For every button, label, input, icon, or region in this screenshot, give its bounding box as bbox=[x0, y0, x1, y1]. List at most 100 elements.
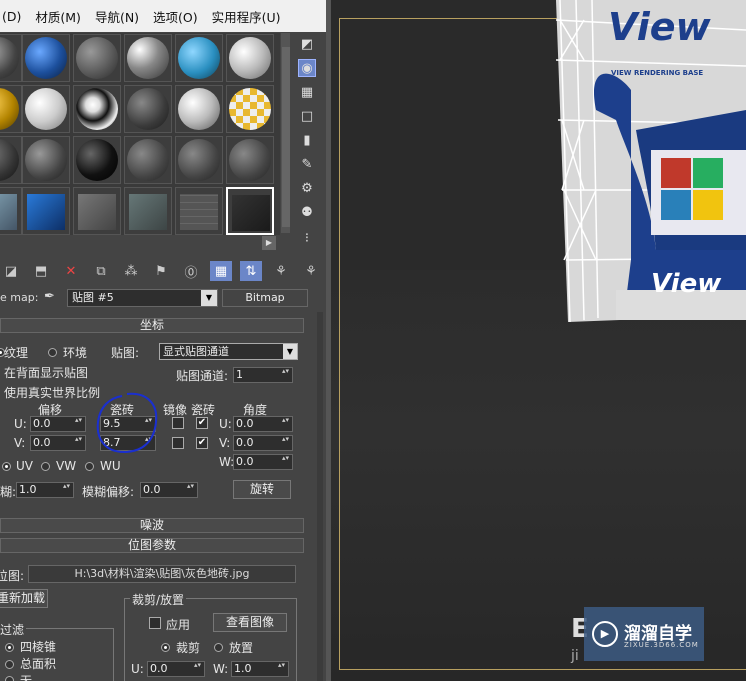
material-slot[interactable] bbox=[22, 187, 70, 235]
coordinates-rollout-header[interactable]: 坐标 bbox=[0, 318, 304, 333]
material-slot[interactable] bbox=[73, 85, 121, 133]
material-slot[interactable] bbox=[0, 85, 22, 133]
material-slot[interactable] bbox=[22, 85, 70, 133]
u-angle-spinner[interactable]: 0.0 bbox=[233, 416, 293, 432]
u-mirror-checkbox[interactable] bbox=[172, 417, 184, 429]
apply-checkbox[interactable] bbox=[149, 617, 161, 629]
rotate-button[interactable]: 旋转 bbox=[233, 480, 291, 499]
menu-bar: (D) 材质(M) 导航(N) 选项(O) 实用程序(U) bbox=[0, 0, 326, 32]
go-forward-sibling-icon[interactable]: ⚘ bbox=[300, 261, 322, 281]
pyramidal-radio[interactable] bbox=[5, 643, 14, 652]
material-slot[interactable] bbox=[0, 187, 22, 235]
material-slot[interactable] bbox=[226, 85, 274, 133]
material-slot-selected[interactable] bbox=[226, 187, 274, 235]
mapping-select[interactable]: 显式贴图通道 ▼ bbox=[159, 343, 298, 360]
pyramidal-label: 四棱锥 bbox=[20, 640, 57, 654]
material-editor-side-toolbar: ◩ ◉ ▦ □ ▮ ✎ ⚙ ⚉ ⁝ bbox=[290, 33, 326, 253]
show-end-result-icon[interactable]: ⇅ bbox=[240, 261, 262, 281]
copy-material-icon[interactable]: ⧉ bbox=[90, 261, 112, 281]
reload-button[interactable]: 重新加载 bbox=[0, 589, 48, 608]
material-slot[interactable] bbox=[124, 34, 172, 82]
map-name-field[interactable]: 贴图 #5 ▼ bbox=[67, 289, 218, 307]
material-slot[interactable] bbox=[22, 136, 70, 184]
map-channel-label: 贴图通道: bbox=[176, 369, 229, 383]
get-material-icon[interactable]: ◪ bbox=[0, 261, 22, 281]
map-label: e map: bbox=[0, 291, 39, 304]
blur-offset-spinner[interactable]: 0.0 bbox=[140, 482, 198, 498]
map-name-row: e map: ✒ 贴图 #5 ▼ Bitmap bbox=[0, 288, 326, 308]
menu-item[interactable]: (D) bbox=[2, 9, 21, 24]
material-slot[interactable] bbox=[0, 136, 22, 184]
sample-uv-tiling-icon[interactable]: □ bbox=[298, 107, 316, 125]
v-angle-spinner[interactable]: 0.0 bbox=[233, 435, 293, 451]
view-image-button[interactable]: 查看图像 bbox=[213, 613, 287, 632]
none-radio[interactable] bbox=[5, 676, 14, 681]
material-slot[interactable] bbox=[73, 136, 121, 184]
material-slot[interactable] bbox=[0, 34, 22, 82]
material-slot[interactable] bbox=[73, 187, 121, 235]
menu-item-material[interactable]: 材质(M) bbox=[35, 7, 81, 26]
material-editor-toolbar: ◪ ⬒ ✕ ⧉ ⁂ ⚑ ⓪ ▦ ⇅ ⚘ ⚘ bbox=[0, 258, 326, 284]
v-mirror-checkbox[interactable] bbox=[172, 437, 184, 449]
blur-spinner[interactable]: 1.0 bbox=[16, 482, 74, 498]
background-checker-icon[interactable]: ▦ bbox=[298, 83, 316, 101]
w-angle-spinner[interactable]: 0.0 bbox=[233, 454, 293, 470]
make-unique-icon[interactable]: ⁂ bbox=[120, 261, 142, 281]
environment-radio[interactable] bbox=[48, 348, 57, 357]
panel-scrollbar[interactable] bbox=[317, 312, 323, 681]
menu-item-navigation[interactable]: 导航(N) bbox=[95, 7, 139, 26]
material-map-navigator-icon[interactable]: ⁝ bbox=[298, 229, 316, 247]
material-id-channel-icon[interactable]: ⓪ bbox=[180, 261, 202, 281]
mapping-value: 显式贴图通道 bbox=[163, 345, 229, 358]
go-to-parent-icon[interactable]: ⚘ bbox=[270, 261, 292, 281]
place-radio[interactable] bbox=[214, 643, 223, 652]
chevron-down-icon[interactable]: ▼ bbox=[283, 344, 297, 359]
video-color-check-icon[interactable]: ▮ bbox=[298, 131, 316, 149]
sample-type-icon[interactable]: ◩ bbox=[298, 35, 316, 53]
summed-area-radio[interactable] bbox=[5, 660, 14, 669]
map-type-button[interactable]: Bitmap bbox=[222, 289, 308, 307]
material-slot[interactable] bbox=[175, 34, 223, 82]
3d-viewport[interactable]: View VIEW RENDERING BASE View E ji ▶ 溜溜自… bbox=[331, 0, 746, 681]
material-slot[interactable] bbox=[73, 34, 121, 82]
crop-u-spinner[interactable]: 0.0 bbox=[147, 661, 205, 677]
material-slot[interactable] bbox=[226, 136, 274, 184]
chevron-down-icon[interactable]: ▼ bbox=[201, 290, 217, 306]
assign-material-icon[interactable]: ⬒ bbox=[30, 261, 52, 281]
scroll-right-arrow[interactable]: ▶ bbox=[262, 236, 276, 250]
material-slot[interactable] bbox=[175, 187, 223, 235]
options-icon[interactable]: ⚙ bbox=[298, 179, 316, 197]
material-slot[interactable] bbox=[226, 34, 274, 82]
bitmap-path-button[interactable]: H:\3d\材料\渲染\贴图\灰色地砖.jpg bbox=[28, 565, 296, 583]
reset-map-icon[interactable]: ✕ bbox=[60, 261, 82, 281]
material-slot[interactable] bbox=[22, 34, 70, 82]
map-channel-spinner[interactable]: 1 bbox=[233, 367, 293, 383]
make-preview-icon[interactable]: ✎ bbox=[298, 155, 316, 173]
material-slot[interactable] bbox=[124, 85, 172, 133]
material-slot[interactable] bbox=[124, 187, 172, 235]
menu-item-options[interactable]: 选项(O) bbox=[153, 7, 198, 26]
select-by-material-icon[interactable]: ⚉ bbox=[298, 203, 316, 221]
uv-radio[interactable] bbox=[2, 462, 11, 471]
mirror-header: 镜像 bbox=[163, 403, 188, 417]
noise-rollout-header[interactable]: 噪波 bbox=[0, 518, 304, 533]
menu-item-utilities[interactable]: 实用程序(U) bbox=[212, 7, 281, 26]
blur-label: 糊: bbox=[0, 485, 17, 499]
bitmap-parameters-rollout-header[interactable]: 位图参数 bbox=[0, 538, 304, 553]
wu-radio[interactable] bbox=[85, 462, 94, 471]
u-tile-checkbox[interactable]: ✔ bbox=[196, 417, 208, 429]
material-slot[interactable] bbox=[175, 136, 223, 184]
crop-w-spinner[interactable]: 1.0 bbox=[231, 661, 289, 677]
show-map-in-viewport-icon[interactable]: ▦ bbox=[210, 261, 232, 281]
play-logo-icon: ▶ bbox=[592, 621, 618, 647]
eyedropper-icon[interactable]: ✒ bbox=[44, 289, 55, 304]
v-offset-spinner[interactable]: 0.0 bbox=[30, 435, 86, 451]
backlight-icon[interactable]: ◉ bbox=[298, 59, 316, 77]
vw-radio[interactable] bbox=[41, 462, 50, 471]
crop-radio[interactable] bbox=[161, 643, 170, 652]
material-slot[interactable] bbox=[124, 136, 172, 184]
put-to-library-icon[interactable]: ⚑ bbox=[150, 261, 172, 281]
material-slot[interactable] bbox=[175, 85, 223, 133]
u-offset-spinner[interactable]: 0.0 bbox=[30, 416, 86, 432]
v-tile-checkbox[interactable]: ✔ bbox=[196, 437, 208, 449]
